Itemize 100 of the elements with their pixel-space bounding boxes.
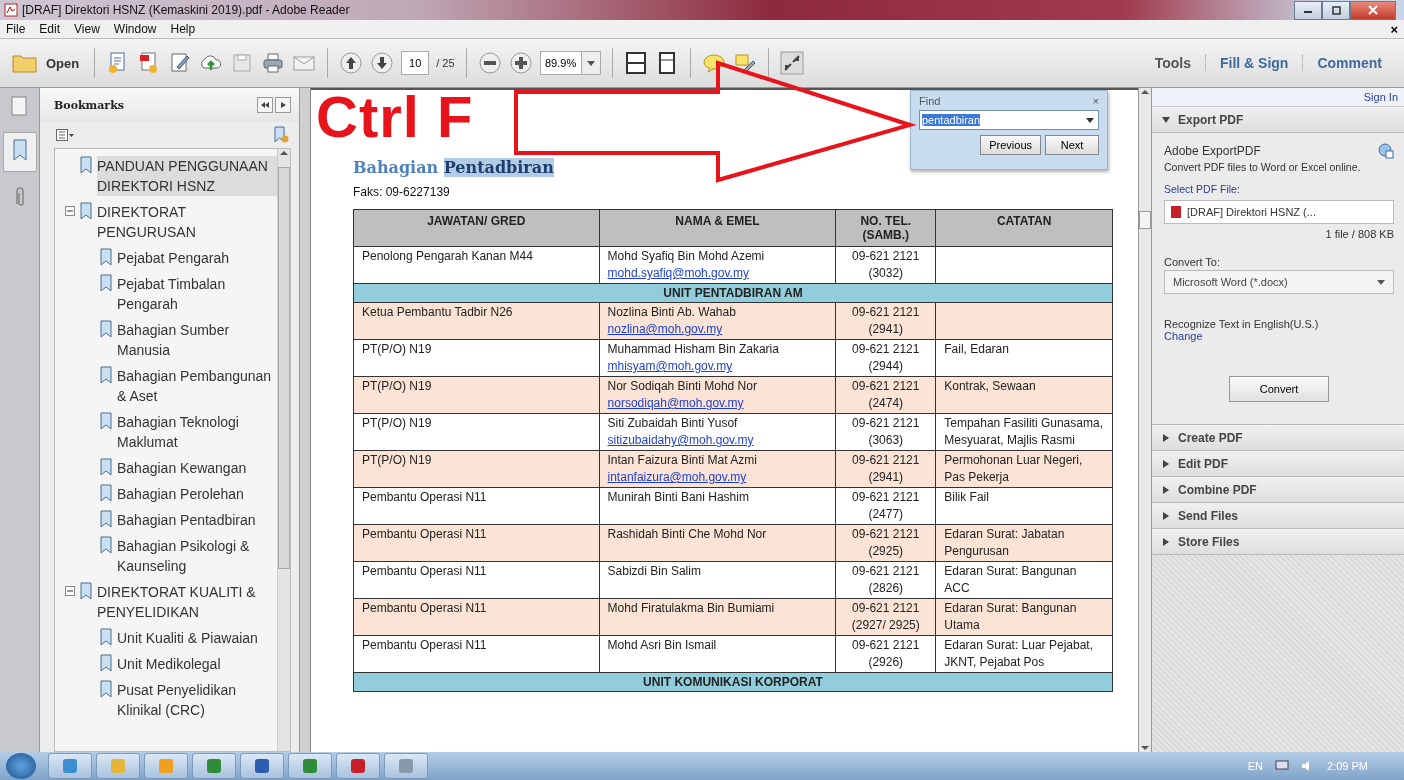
find-nav-button[interactable]: Previous xyxy=(980,135,1041,155)
next-panel-button[interactable] xyxy=(275,97,291,113)
page-number-field[interactable]: 10 xyxy=(401,51,430,75)
close-find-button[interactable]: × xyxy=(1092,95,1099,107)
taskbar-button[interactable] xyxy=(48,753,92,779)
bookmarks-tab[interactable] xyxy=(2,132,37,172)
bookmark-item[interactable]: Bahagian Pembangunan & Aset xyxy=(117,366,275,406)
arrow-up-icon[interactable] xyxy=(339,51,364,75)
taskbar-button[interactable] xyxy=(192,753,236,779)
scroll-up-icon[interactable] xyxy=(280,149,288,157)
find-field[interactable]: pentadbiran xyxy=(919,110,1099,130)
email-link[interactable]: norsodiqah@moh.gov.my xyxy=(607,395,828,412)
fullscreen-icon[interactable] xyxy=(779,51,804,75)
comment-icon[interactable] xyxy=(701,51,726,75)
panel-section-header[interactable]: Combine PDF xyxy=(1152,477,1404,503)
bookmark-item[interactable]: DIREKTORAT KUALITI & PENYELIDIKAN xyxy=(97,582,277,622)
extension-number: (2944) xyxy=(867,358,905,375)
email-link[interactable]: nozlina@moh.gov.my xyxy=(607,321,828,338)
panel-section-header[interactable]: Edit PDF xyxy=(1152,451,1404,477)
bookmark-item[interactable]: Bahagian Psikologi & Kaunseling xyxy=(117,536,275,576)
bookmark-item[interactable]: Pejabat Timbalan Pengarah xyxy=(117,274,275,314)
taskbar-button[interactable] xyxy=(240,753,284,779)
email-link[interactable]: mohd.syafiq@moh.gov.my xyxy=(607,265,828,282)
column-header: JAWATAN/ GRED xyxy=(353,209,600,247)
email-link[interactable]: intanfaizura@moh.gov.my xyxy=(607,469,828,486)
bookmark-item[interactable]: Pejabat Pengarah xyxy=(117,248,275,268)
phone-number: 09-621 2121 xyxy=(851,489,921,506)
menu-item[interactable]: View xyxy=(74,22,100,36)
close-document-button[interactable]: × xyxy=(1390,21,1398,37)
caret-icon xyxy=(1377,279,1385,285)
email-link[interactable]: sitizubaidahy@moh.gov.my xyxy=(607,432,828,449)
taskbar-button[interactable] xyxy=(288,753,332,779)
panel-section-header[interactable]: Store Files xyxy=(1152,529,1404,555)
extension-number: (2925) xyxy=(867,543,905,560)
bookmark-item[interactable]: Bahagian Kewangan xyxy=(117,458,275,478)
menu-item[interactable]: Help xyxy=(170,22,196,36)
bookmark-icon xyxy=(99,458,113,476)
panel-tab[interactable]: Fill & Sign xyxy=(1205,55,1303,71)
bookmark-item[interactable]: Bahagian Sumber Manusia xyxy=(117,320,275,360)
panel-section-header[interactable]: Send Files xyxy=(1152,503,1404,529)
caret-right-icon xyxy=(1162,511,1170,520)
phone-number: 09-621 2121 xyxy=(851,526,921,543)
bookmark-item[interactable]: Pusat Penyelidikan Klinikal (CRC) xyxy=(117,680,275,720)
convert-button[interactable]: Convert xyxy=(1229,376,1329,402)
arrow-down-icon[interactable] xyxy=(370,51,395,75)
maximize-button[interactable] xyxy=(1322,0,1350,20)
panel-tab[interactable]: Comment xyxy=(1302,55,1396,71)
collapse-icon[interactable] xyxy=(65,206,75,216)
find-nav-button[interactable]: Next xyxy=(1045,135,1099,155)
zoom-out-icon[interactable] xyxy=(477,51,502,75)
panel-section-header[interactable]: Export PDF xyxy=(1152,107,1404,133)
taskbar-button[interactable] xyxy=(96,753,140,779)
collapse-icon[interactable] xyxy=(65,586,75,596)
bookmark-item[interactable]: PANDUAN PENGGUNAAN DIREKTORI HSNZ xyxy=(97,156,277,196)
close-button[interactable] xyxy=(1350,0,1396,20)
bookmark-item[interactable]: Unit Kualiti & Piawaian xyxy=(117,628,275,648)
caret-right-icon xyxy=(1162,459,1170,468)
panel-section-header[interactable]: Create PDF xyxy=(1152,425,1404,451)
fit-page-icon[interactable] xyxy=(623,51,648,75)
table-cell: Ketua Pembantu Tadbir N26 xyxy=(353,302,600,340)
change-link[interactable]: Change xyxy=(1164,330,1394,342)
bookmark-icon xyxy=(99,628,113,646)
panel-splitter[interactable] xyxy=(300,88,311,752)
sign-in-link[interactable]: Sign In xyxy=(1363,91,1398,103)
bookmark-item[interactable]: Bahagian Perolehan xyxy=(117,484,275,504)
close-icon xyxy=(1368,5,1378,15)
panel-tab[interactable]: Tools xyxy=(1140,55,1205,71)
pages-icon[interactable] xyxy=(10,96,29,118)
bookmark-settings-icon[interactable] xyxy=(273,126,289,144)
menu-item[interactable]: File xyxy=(6,22,26,36)
options-icon[interactable] xyxy=(56,129,74,141)
caret-icon xyxy=(586,60,595,66)
menu-item[interactable]: Window xyxy=(113,22,157,36)
open-button[interactable]: Open xyxy=(8,51,84,75)
format-dropdown[interactable]: Microsoft Word (*.docx) xyxy=(1164,270,1394,294)
bookmark-item[interactable]: DIREKTORAT PENGURUSAN xyxy=(97,202,277,242)
minimize-button[interactable] xyxy=(1294,0,1322,20)
scrollbar-thumb[interactable] xyxy=(278,167,290,569)
table-cell: Kontrak, Sewaan xyxy=(935,376,1113,414)
zoom-in-icon[interactable] xyxy=(508,51,533,75)
phone-number: 09-621 2121 xyxy=(851,341,921,358)
taskbar-button[interactable] xyxy=(384,753,428,779)
file-field[interactable]: [DRAF] Direktori HSNZ (... xyxy=(1164,200,1394,224)
start-button[interactable] xyxy=(6,753,36,779)
network-icon[interactable] xyxy=(1275,760,1290,772)
print-icon[interactable] xyxy=(261,51,286,75)
collapse-panel-button[interactable] xyxy=(257,97,273,113)
app-icon xyxy=(398,758,414,774)
zoom-dropdown[interactable]: 89.9% xyxy=(539,51,601,75)
menu-item[interactable]: Edit xyxy=(39,22,61,36)
bookmark-item[interactable]: Bahagian Pentadbiran xyxy=(117,510,275,530)
bookmark-icon xyxy=(99,320,113,338)
bookmark-item[interactable]: Bahagian Teknologi Maklumat xyxy=(117,412,275,452)
annotation-label: Ctrl F xyxy=(316,88,474,146)
taskbar-button[interactable] xyxy=(336,753,380,779)
bookmark-item[interactable]: Unit Medikolegal xyxy=(117,654,275,674)
scrollbar-thumb[interactable] xyxy=(1139,211,1151,229)
bookmark-icon xyxy=(99,510,113,528)
taskbar-button[interactable] xyxy=(144,753,188,779)
email-link[interactable]: mhisyam@moh.gov.my xyxy=(607,358,828,375)
